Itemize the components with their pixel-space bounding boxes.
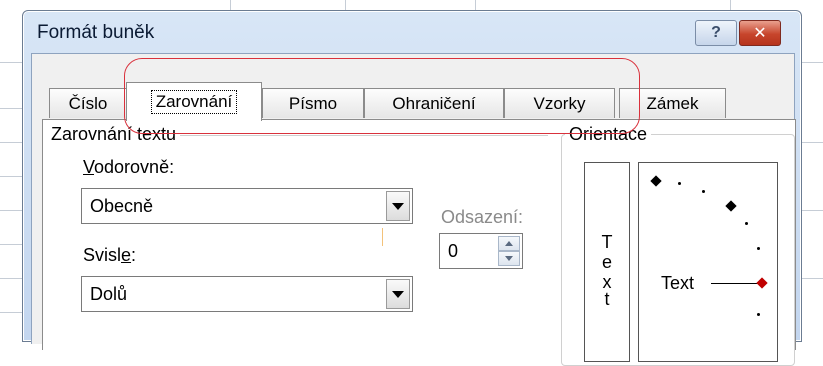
tab-cislo[interactable]: Číslo	[49, 88, 127, 118]
horizontal-alignment-select[interactable]: Obecně	[81, 188, 413, 224]
dial-dot	[702, 190, 705, 193]
dial-dot	[678, 182, 681, 185]
tab-strip: Číslo Zarovnání Písmo Ohraničení Vzorky …	[32, 54, 794, 134]
tab-vzorky[interactable]: Vzorky	[504, 88, 615, 118]
indent-tick	[382, 228, 383, 246]
gridline	[475, 0, 476, 10]
help-icon: ?	[711, 24, 721, 41]
indent-label: Odsazení:	[441, 207, 524, 227]
tab-label: Zámek	[646, 93, 699, 113]
gridline	[345, 0, 346, 10]
tab-pismo[interactable]: Písmo	[262, 88, 364, 118]
tab-label: Zarovnání	[150, 90, 238, 114]
horizontal-alignment-value: Obecně	[90, 196, 154, 216]
gridline	[230, 0, 231, 10]
format-cells-dialog: Formát buněk ? ✕ Číslo Zarovnání Písmo O…	[22, 10, 802, 366]
vertical-alignment-select[interactable]: Dolů	[81, 276, 413, 312]
dialog-client-area: Číslo Zarovnání Písmo Ohraničení Vzorky …	[31, 53, 796, 366]
vertical-label: Svisle:	[83, 245, 137, 265]
tab-label: Vzorky	[533, 93, 586, 113]
tab-label: Číslo	[68, 93, 108, 113]
indent-down-button[interactable]	[498, 251, 520, 266]
chevron-down-icon	[392, 290, 404, 298]
vertical-dropdown-button[interactable]	[386, 279, 410, 309]
indent-stepper[interactable]: 0	[439, 233, 523, 269]
gridline	[800, 278, 823, 279]
tab-label: Písmo	[288, 93, 338, 113]
vertical-text-letter: t	[604, 289, 610, 309]
gridline	[800, 210, 823, 211]
dial-text-sample: Text	[661, 273, 695, 293]
help-button[interactable]: ?	[695, 20, 737, 46]
arrow-down-icon	[505, 256, 513, 261]
tab-zarovnani[interactable]: Zarovnání	[126, 82, 262, 121]
indent-spin-buttons	[498, 236, 520, 266]
gridline	[800, 62, 823, 63]
gridline	[730, 0, 731, 10]
indent-up-button[interactable]	[498, 236, 520, 251]
vertical-alignment-value: Dolů	[90, 284, 128, 304]
orientation-dial[interactable]: Text	[638, 162, 778, 362]
title-bar[interactable]: Formát buněk ? ✕	[23, 11, 801, 53]
vertical-text-toggle[interactable]: T e x t	[584, 162, 630, 362]
alignment-tab-panel: Zarovnání textu Vodorovně: Obecně Odsaze…	[42, 119, 796, 366]
horizontal-label: Vodorovně:	[83, 157, 175, 177]
orientation-group-label: Orientace	[565, 124, 652, 145]
vertical-text-letter: e	[601, 252, 612, 272]
dial-dot	[745, 222, 748, 225]
dial-handle[interactable]	[756, 277, 768, 289]
horizontal-dropdown-button[interactable]	[386, 191, 410, 221]
close-icon: ✕	[753, 25, 767, 42]
tab-ohraniceni[interactable]: Ohraničení	[364, 88, 504, 118]
sheet-right-edge	[800, 0, 823, 331]
indent-value: 0	[448, 241, 459, 261]
arrow-up-icon	[505, 241, 513, 246]
vertical-text-letter: T	[601, 232, 613, 252]
tab-label: Ohraničení	[392, 93, 476, 113]
close-button[interactable]: ✕	[739, 20, 781, 46]
dial-marker	[725, 200, 737, 212]
gridline	[800, 142, 823, 143]
dial-marker	[650, 175, 662, 187]
dial-needle	[711, 283, 759, 284]
dial-dot	[757, 247, 760, 250]
tab-zamek[interactable]: Zámek	[619, 88, 726, 118]
dial-dot	[757, 313, 760, 316]
chevron-down-icon	[392, 202, 404, 210]
dialog-title: Formát buněk	[37, 22, 155, 43]
text-alignment-group-label: Zarovnání textu	[47, 124, 181, 145]
